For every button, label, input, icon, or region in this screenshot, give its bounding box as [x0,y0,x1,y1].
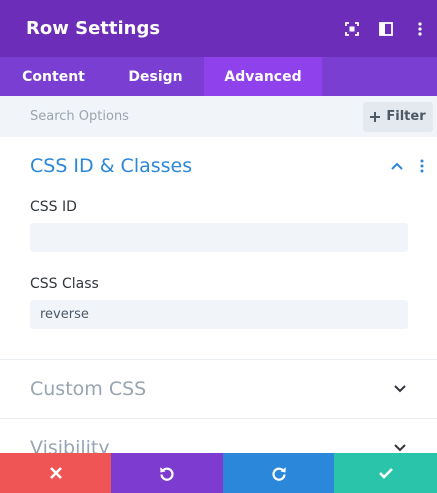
search-bar: Filter [0,96,437,137]
expand-icon [345,21,359,36]
chevron-up-icon [382,151,412,181]
section-title: Custom CSS [30,378,147,400]
css-id-input[interactable] [30,223,408,252]
tab-advanced[interactable]: Advanced [204,57,322,96]
tab-bar: Content Design Advanced [0,57,437,96]
settings-panel: CSS ID & Classes CSS ID CSS Class Custom… [0,137,437,453]
tab-design[interactable]: Design [107,57,204,96]
section-title: Visibility [30,437,110,453]
section-header-css-id-classes[interactable]: CSS ID & Classes [0,137,437,195]
chevron-down-icon [385,374,415,404]
kebab-menu-icon [420,159,424,173]
section-visibility: Visibility [0,419,437,453]
check-icon [378,468,393,479]
chevron-down-icon [385,433,415,453]
modal-title: Row Settings [26,18,161,39]
css-class-label: CSS Class [30,276,99,292]
sidebar-toggle-button[interactable] [369,0,403,57]
section-header-visibility[interactable]: Visibility [0,419,437,453]
undo-icon [160,467,174,481]
save-button[interactable] [334,453,437,493]
search-input[interactable] [0,96,363,137]
undo-button[interactable] [111,453,223,493]
section-options-button[interactable] [412,151,432,181]
filter-button[interactable]: Filter [363,101,433,132]
section-custom-css: Custom CSS [0,360,437,419]
kebab-menu-icon [418,21,422,36]
filter-label: Filter [386,109,426,124]
css-id-label: CSS ID [30,199,77,215]
discard-button[interactable] [0,453,111,493]
redo-icon [271,467,286,481]
section-title: CSS ID & Classes [30,155,193,177]
modal-header: Row Settings [0,0,437,57]
action-bar [0,453,437,493]
section-header-custom-css[interactable]: Custom CSS [0,360,437,418]
plus-icon [370,111,381,122]
fullscreen-button[interactable] [335,0,369,57]
tab-content[interactable]: Content [0,57,107,96]
css-class-input[interactable] [30,300,408,329]
redo-button[interactable] [223,453,334,493]
close-icon [49,467,62,479]
section-css-id-classes: CSS ID & Classes CSS ID CSS Class [0,137,437,360]
sidebar-layout-icon [379,21,393,36]
more-options-button[interactable] [403,0,437,57]
